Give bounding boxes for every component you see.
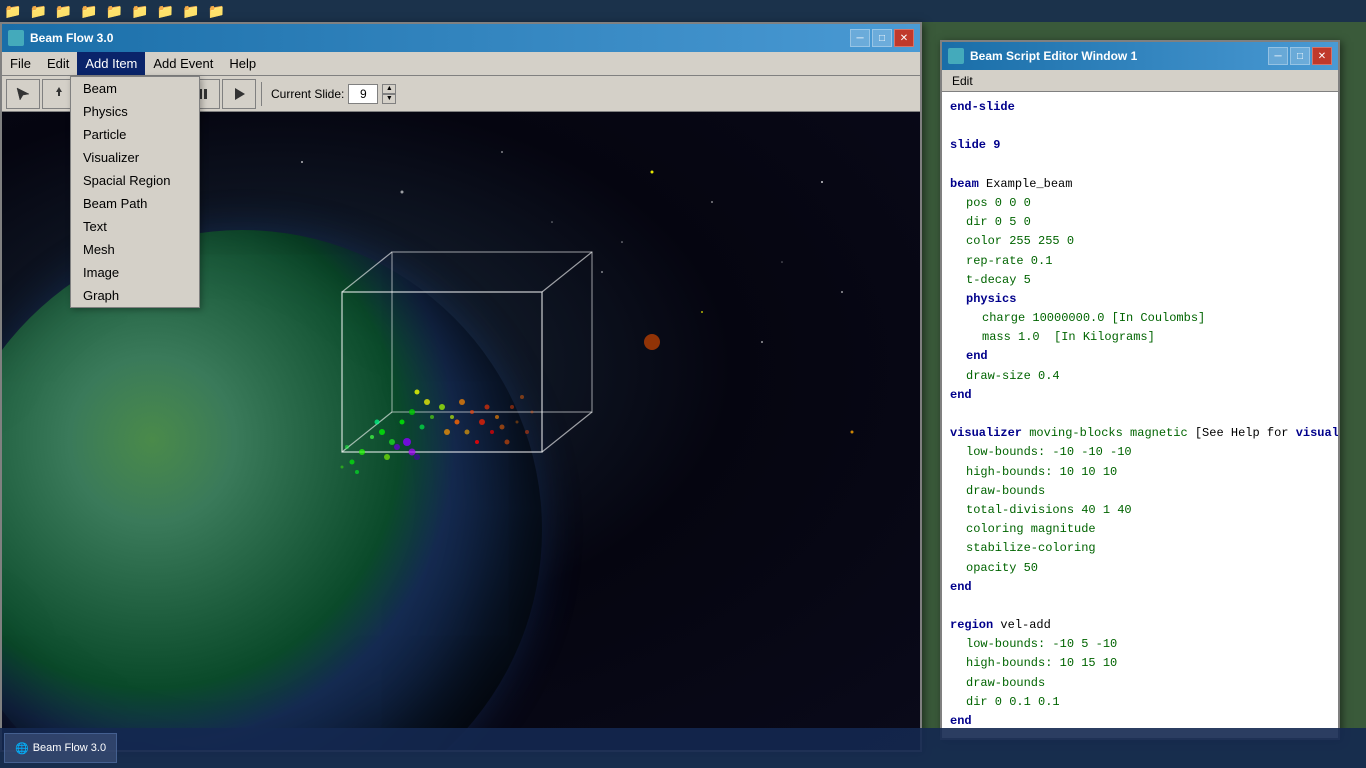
taskbar: 🌐 Beam Flow 3.0 bbox=[0, 728, 1366, 768]
script-minimize-button[interactable]: ─ bbox=[1268, 47, 1288, 65]
code-line-8: color 255 255 0 bbox=[950, 232, 1330, 251]
dropdown-item-mesh[interactable]: Mesh bbox=[71, 238, 199, 261]
code-line-27 bbox=[950, 597, 1330, 616]
main-window-title: Beam Flow 3.0 bbox=[30, 31, 113, 45]
code-line-21: draw-bounds bbox=[950, 482, 1330, 501]
code-line-29: low-bounds: -10 5 -10 bbox=[950, 635, 1330, 654]
script-title-controls: ─ □ ✕ bbox=[1268, 47, 1332, 65]
code-line-18: visualizer moving-blocks magnetic [See H… bbox=[950, 424, 1330, 443]
code-line-25: opacity 50 bbox=[950, 559, 1330, 578]
folder-icon-6[interactable]: 📁 bbox=[131, 3, 148, 20]
script-content-area[interactable]: end-slide slide 9 beam Example_beam pos … bbox=[942, 92, 1338, 738]
code-line-22: total-divisions 40 1 40 bbox=[950, 501, 1330, 520]
taskbar-icon-beamflow: 🌐 bbox=[15, 742, 29, 755]
folder-icon-4[interactable]: 📁 bbox=[80, 3, 97, 20]
slide-label: Current Slide: bbox=[271, 87, 344, 101]
play-button[interactable] bbox=[222, 79, 256, 109]
slide-up-button[interactable]: ▲ bbox=[382, 84, 396, 94]
dropdown-item-image[interactable]: Image bbox=[71, 261, 199, 284]
dropdown-item-visualizer[interactable]: Visualizer bbox=[71, 146, 199, 169]
minimize-button[interactable]: ─ bbox=[850, 29, 870, 47]
code-line-19: low-bounds: -10 -10 -10 bbox=[950, 443, 1330, 462]
menu-file[interactable]: File bbox=[2, 52, 39, 75]
code-line-20: high-bounds: 10 10 10 bbox=[950, 463, 1330, 482]
dropdown-item-particle[interactable]: Particle bbox=[71, 123, 199, 146]
folder-icon-7[interactable]: 📁 bbox=[157, 3, 174, 20]
main-title-bar: Beam Flow 3.0 ─ □ ✕ bbox=[2, 24, 920, 52]
folder-icon-5[interactable]: 📁 bbox=[106, 3, 123, 20]
dropdown-item-beam-path[interactable]: Beam Path bbox=[71, 192, 199, 215]
slide-input[interactable] bbox=[348, 84, 378, 104]
code-line-23: coloring magnitude bbox=[950, 520, 1330, 539]
menu-help[interactable]: Help bbox=[221, 52, 264, 75]
dropdown-item-beam[interactable]: Beam bbox=[71, 77, 199, 100]
main-window: Beam Flow 3.0 ─ □ ✕ File Edit Add Item A… bbox=[0, 22, 922, 752]
script-app-icon bbox=[948, 48, 964, 64]
dropdown-item-physics[interactable]: Physics bbox=[71, 100, 199, 123]
title-bar-controls: ─ □ ✕ bbox=[850, 29, 914, 47]
script-window-title: Beam Script Editor Window 1 bbox=[970, 49, 1137, 63]
cursor-tool-button[interactable] bbox=[6, 79, 40, 109]
code-line-17 bbox=[950, 405, 1330, 424]
toolbar-separator bbox=[261, 82, 262, 106]
code-line-24: stabilize-coloring bbox=[950, 539, 1330, 558]
app-icon bbox=[8, 30, 24, 46]
code-line-13: mass 1.0 [In Kilograms] bbox=[950, 328, 1330, 347]
code-line-15: draw-size 0.4 bbox=[950, 367, 1330, 386]
add-item-dropdown: Beam Physics Particle Visualizer Spacial… bbox=[70, 76, 200, 308]
menu-add-item[interactable]: Add Item bbox=[77, 52, 145, 75]
code-line-26: end bbox=[950, 578, 1330, 597]
code-line-28: region vel-add bbox=[950, 616, 1330, 635]
code-line-14: end bbox=[950, 347, 1330, 366]
script-editor-window: Beam Script Editor Window 1 ─ □ ✕ Edit e… bbox=[940, 40, 1340, 740]
folder-icon-8[interactable]: 📁 bbox=[182, 3, 199, 20]
slide-spinners: ▲ ▼ bbox=[382, 84, 396, 104]
code-line-4 bbox=[950, 156, 1330, 175]
script-maximize-button[interactable]: □ bbox=[1290, 47, 1310, 65]
dropdown-item-text[interactable]: Text bbox=[71, 215, 199, 238]
code-line-16: end bbox=[950, 386, 1330, 405]
slide-control: Current Slide: ▲ ▼ bbox=[271, 84, 396, 104]
code-line-31: draw-bounds bbox=[950, 674, 1330, 693]
folder-icon-2[interactable]: 📁 bbox=[29, 3, 46, 20]
script-close-button[interactable]: ✕ bbox=[1312, 47, 1332, 65]
code-line-32: dir 0 0.1 0.1 bbox=[950, 693, 1330, 712]
menu-edit[interactable]: Edit bbox=[39, 52, 77, 75]
folder-icon-1[interactable]: 📁 bbox=[4, 3, 21, 20]
code-line-5: beam Example_beam bbox=[950, 175, 1330, 194]
folder-icon-9[interactable]: 📁 bbox=[208, 3, 225, 20]
dropdown-item-graph[interactable]: Graph bbox=[71, 284, 199, 307]
code-line-9: rep-rate 0.1 bbox=[950, 252, 1330, 271]
maximize-button[interactable]: □ bbox=[872, 29, 892, 47]
code-line-11: physics bbox=[950, 290, 1330, 309]
code-line-6: pos 0 0 0 bbox=[950, 194, 1330, 213]
script-menu-bar: Edit bbox=[942, 70, 1338, 92]
code-line-1: end-slide bbox=[950, 98, 1330, 117]
close-button[interactable]: ✕ bbox=[894, 29, 914, 47]
script-menu-edit[interactable]: Edit bbox=[946, 70, 979, 91]
script-title-bar: Beam Script Editor Window 1 ─ □ ✕ bbox=[942, 42, 1338, 70]
taskbar-item-beamflow[interactable]: 🌐 Beam Flow 3.0 bbox=[4, 733, 117, 763]
menu-bar: File Edit Add Item Add Event Help Beam P… bbox=[2, 52, 920, 76]
code-line-30: high-bounds: 10 15 10 bbox=[950, 654, 1330, 673]
code-line-7: dir 0 5 0 bbox=[950, 213, 1330, 232]
code-line-3: slide 9 bbox=[950, 136, 1330, 155]
code-line-12: charge 10000000.0 [In Coulombs] bbox=[950, 309, 1330, 328]
particle-cloud bbox=[302, 312, 562, 512]
code-line-10: t-decay 5 bbox=[950, 271, 1330, 290]
desktop-topbar: 📁 📁 📁 📁 📁 📁 📁 📁 📁 bbox=[0, 0, 1366, 22]
menu-add-event[interactable]: Add Event bbox=[145, 52, 221, 75]
dropdown-item-spacial-region[interactable]: Spacial Region bbox=[71, 169, 199, 192]
folder-icon-3[interactable]: 📁 bbox=[55, 3, 72, 20]
taskbar-label-beamflow: Beam Flow 3.0 bbox=[33, 742, 106, 754]
code-line-2 bbox=[950, 117, 1330, 136]
slide-down-button[interactable]: ▼ bbox=[382, 94, 396, 104]
